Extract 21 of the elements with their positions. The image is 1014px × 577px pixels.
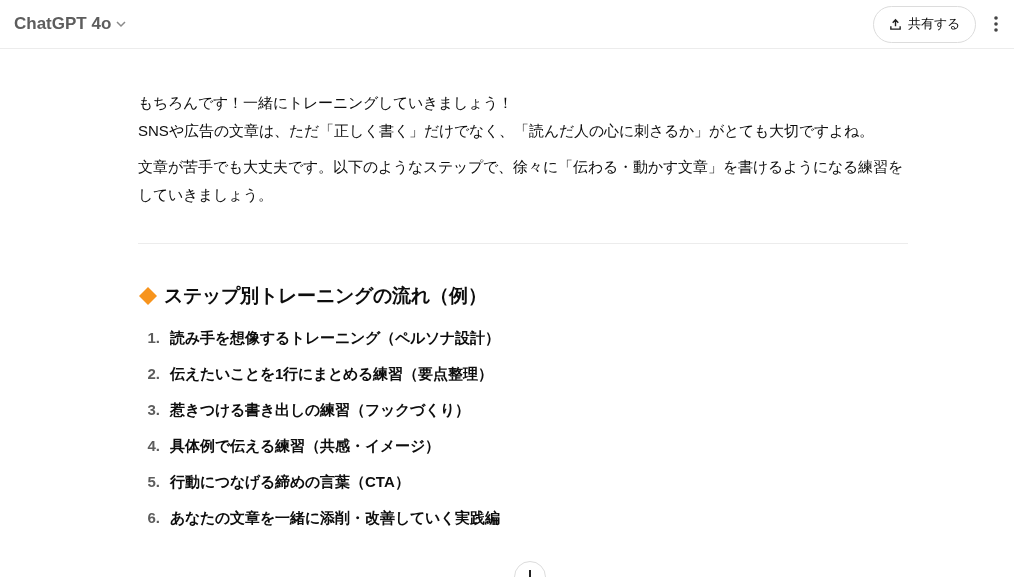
model-selector[interactable]: ChatGPT 4o — [14, 11, 128, 37]
chevron-down-icon — [115, 18, 128, 30]
list-number: 6. — [146, 508, 161, 528]
list-item-text: 伝えたいことを1行にまとめる練習（要点整理） — [170, 364, 494, 384]
upload-icon — [889, 17, 902, 31]
list-number: 3. — [146, 400, 161, 420]
list-item-text: 具体例で伝える練習（共感・イメージ） — [170, 436, 440, 456]
list-number: 5. — [146, 472, 161, 492]
list-number: 2. — [146, 364, 161, 384]
more-options-icon[interactable] — [994, 16, 998, 32]
list-item-text: 読み手を想像するトレーニング（ペルソナ設計） — [170, 328, 500, 348]
message-text: もちろんです！一緒にトレーニングしていきましょう！ — [138, 93, 514, 113]
list-item-text: 惹きつける書き出しの練習（フックづくり） — [170, 400, 470, 420]
diamond-icon — [138, 286, 158, 306]
section-heading: ステップ別トレーニングの流れ（例） — [164, 284, 487, 308]
list-item-text: あなたの文章を一緒に添削・改善していく実践編 — [170, 508, 500, 528]
list-number: 1. — [146, 328, 161, 348]
message-text: SNSや広告の文章は、ただ「正しく書く」だけでなく、「読んだ人の心に刺さるか」がとても大切ですよね。 — [138, 121, 875, 141]
list-number: 4. — [146, 436, 161, 456]
message-text: 文章が苦手でも大丈夫です。以下のようなステップで、徐々に「伝わる・動かす文章」を書けるようになる練習をしていきましょう。 — [138, 157, 904, 205]
list-item-text: 行動につなげる締めの言葉（CTA） — [170, 472, 410, 492]
